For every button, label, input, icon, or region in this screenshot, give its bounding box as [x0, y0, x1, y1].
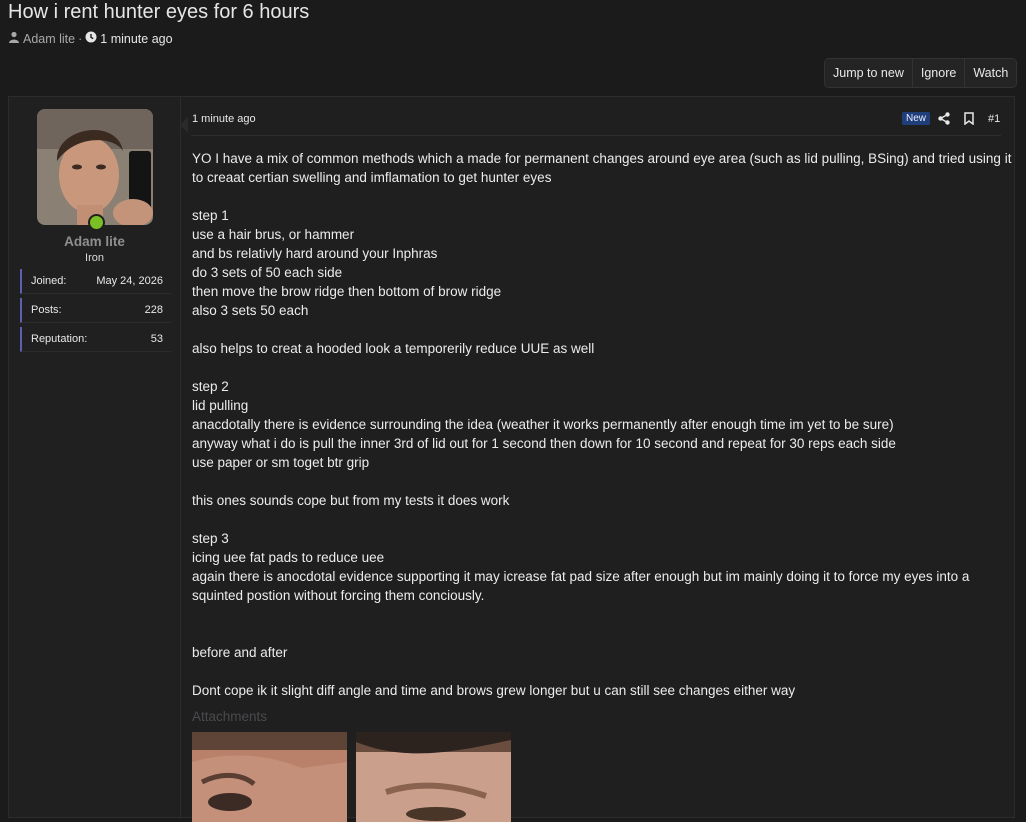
post-paragraph: Dont cope ik it slight diff angle and ti…	[192, 683, 796, 698]
attachments-label: Attachments	[192, 709, 268, 724]
thread-actions: Jump to new Ignore Watch	[824, 58, 1018, 88]
post-paragraph: this ones sounds cope but from my tests …	[192, 493, 510, 508]
post-number-link[interactable]: #1	[988, 113, 1000, 125]
thread-author-link[interactable]: Adam lite	[23, 32, 75, 46]
post-paragraph: step 3 icing uee fat pads to reduce uee …	[192, 531, 970, 603]
post-arrow	[180, 117, 188, 133]
stat-key: Reputation:	[31, 333, 88, 345]
user-title: Iron	[85, 252, 104, 264]
post-time[interactable]: 1 minute ago	[192, 113, 256, 125]
attachment-thumbnail[interactable]	[356, 732, 511, 822]
post-paragraph: before and after	[192, 645, 288, 660]
stat-value: 53	[150, 333, 163, 345]
watch-button[interactable]: Watch	[965, 59, 1016, 87]
post: Adam lite Iron Joined: May 24, 2026 Post…	[8, 96, 1015, 822]
stat-key: Joined:	[31, 275, 67, 287]
user-icon	[8, 31, 20, 46]
jump-to-new-button[interactable]: Jump to new	[825, 59, 913, 87]
stat-key: Posts:	[31, 304, 62, 316]
thread-time[interactable]: 1 minute ago	[100, 32, 172, 46]
stat-value: May 24, 2026	[96, 275, 163, 287]
post-header: 1 minute ago New #1	[191, 111, 1001, 136]
post-paragraph: YO I have a mix of common methods which …	[192, 151, 1012, 185]
stat-reputation: Reputation: 53	[20, 327, 171, 352]
user-cell: Adam lite Iron Joined: May 24, 2026 Post…	[9, 97, 181, 817]
attachment-thumbnail[interactable]	[192, 732, 347, 822]
clock-icon	[85, 31, 97, 46]
thread-title: How i rent hunter eyes for 6 hours	[8, 1, 310, 23]
stat-value[interactable]: 228	[145, 304, 163, 316]
thread-meta: Adam lite · 1 minute ago	[8, 31, 173, 46]
bookmark-icon[interactable]	[964, 112, 974, 130]
new-badge: New	[902, 112, 931, 125]
ignore-button[interactable]: Ignore	[913, 59, 966, 87]
share-icon[interactable]	[938, 112, 950, 130]
username[interactable]: Adam lite	[9, 234, 180, 249]
post-paragraph: also helps to creat a hooded look a temp…	[192, 341, 595, 356]
avatar[interactable]	[37, 109, 153, 225]
online-status-dot	[88, 214, 105, 231]
post-body: YO I have a mix of common methods which …	[192, 149, 1012, 700]
meta-separator: ·	[78, 31, 83, 46]
stat-joined: Joined: May 24, 2026	[20, 269, 171, 294]
post-paragraph: step 1 use a hair brus, or hammer and bs…	[192, 208, 502, 318]
stat-posts: Posts: 228	[20, 298, 171, 323]
post-paragraph: step 2 lid pulling anacdotally there is …	[192, 379, 896, 470]
